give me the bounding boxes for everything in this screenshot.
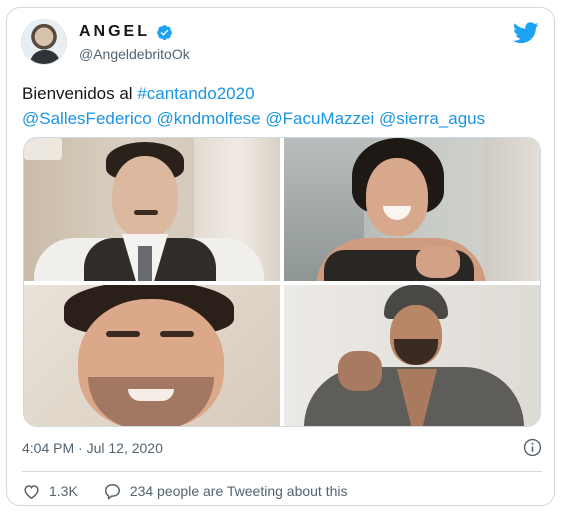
tweet-header: ANGEL @AngeldebritoOk: [21, 19, 541, 71]
twitter-bird-icon[interactable]: [513, 22, 539, 44]
like-button[interactable]: 1.3K: [22, 482, 78, 501]
photo-face: [112, 156, 178, 238]
mention-link-facumazzei[interactable]: @FacuMazzei: [265, 109, 374, 128]
photo-hand: [416, 246, 460, 278]
tweet-photo-grid: [23, 137, 541, 427]
info-icon[interactable]: [523, 438, 542, 457]
tweet-line-1: Bienvenidos al #cantando2020: [22, 81, 542, 106]
author-handle[interactable]: @AngeldebritoOk: [79, 46, 190, 62]
like-count: 1.3K: [49, 483, 78, 499]
mention-link-sierra-agus[interactable]: @sierra_agus: [379, 109, 485, 128]
photo-smile: [128, 389, 174, 401]
photo-arm: [338, 351, 382, 391]
photo-face: [366, 158, 428, 236]
author-avatar[interactable]: [21, 19, 67, 65]
photo-lamp: [24, 138, 62, 160]
hashtag-link[interactable]: #cantando2020: [137, 84, 254, 103]
tweet-text: Bienvenidos al #cantando2020 @SallesFede…: [22, 81, 542, 131]
tweet-embed-card[interactable]: ANGEL @AngeldebritoOk Bienvenidos al #ca…: [6, 7, 555, 506]
tweet-meta-row: 4:04 PM · Jul 12, 2020: [22, 438, 542, 460]
photo-eyebrow-right: [160, 331, 194, 337]
speech-bubble-icon: [104, 483, 120, 499]
photo-man-mustache-vest[interactable]: [24, 138, 280, 281]
photo-man-beanie-jacket[interactable]: [284, 285, 540, 426]
photo-mustache: [134, 210, 158, 215]
photo-tie: [138, 246, 152, 281]
heart-icon: [24, 484, 39, 499]
photo-man-smiling-closeup[interactable]: [24, 285, 280, 426]
mention-link-sallesfederico[interactable]: @SallesFederico: [22, 109, 152, 128]
photo-woman-laughing[interactable]: [284, 138, 540, 281]
tweet-line-2: @SallesFederico @kndmolfese @FacuMazzei …: [22, 106, 542, 131]
verified-badge-icon: [157, 24, 172, 40]
conversation-link[interactable]: 234 people are Tweeting about this: [103, 482, 348, 501]
avatar-shirt: [30, 50, 60, 64]
tweet-intro-text: Bienvenidos al: [22, 84, 138, 103]
tweet-divider: [22, 471, 542, 472]
conversation-text: 234 people are Tweeting about this: [129, 483, 348, 499]
author-display-name[interactable]: ANGEL: [79, 23, 150, 41]
photo-door: [484, 138, 540, 281]
tweet-timestamp[interactable]: 4:04 PM · Jul 12, 2020: [22, 440, 163, 456]
photo-eyebrow-left: [106, 331, 140, 337]
mention-link-kndmolfese[interactable]: @kndmolfese: [156, 109, 260, 128]
author-name-row[interactable]: ANGEL: [79, 23, 173, 41]
tweet-actions: 1.3K 234 people are Tweeting about this: [22, 479, 542, 503]
